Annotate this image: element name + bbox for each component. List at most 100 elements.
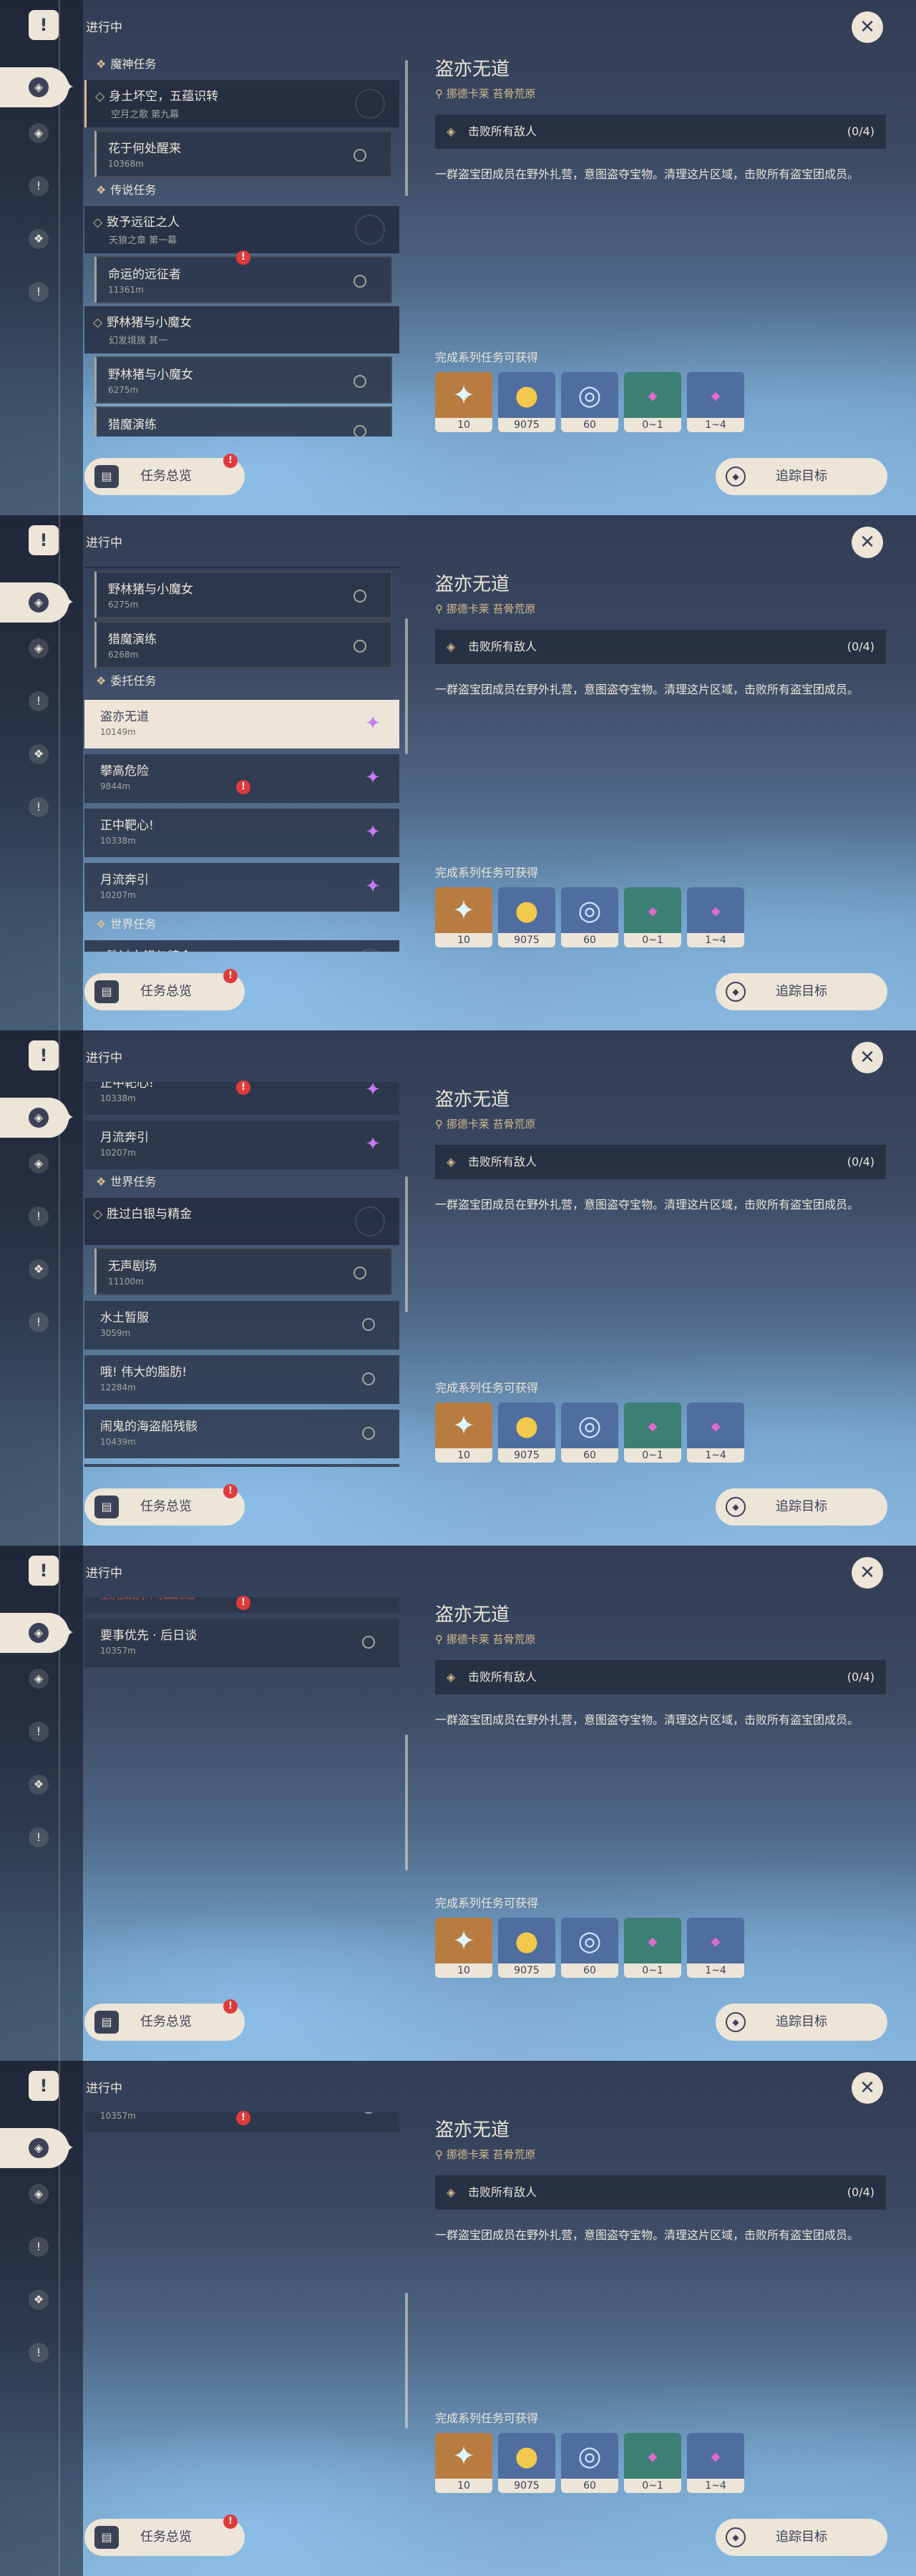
reward-swirl-icon[interactable]: ◎ 60 (561, 1402, 618, 1463)
quest-list[interactable]: ❖魔神任务 ◇身土坏空，五蕴识转 空月之歌 第九幕 花于何处醒来 10368m … (84, 567, 404, 952)
nav-icon-2[interactable]: ❖ (29, 744, 49, 764)
nav-icon-0[interactable]: ◈ (29, 1153, 49, 1174)
reward-mora-icon[interactable]: ● 9075 (498, 887, 555, 947)
subquest-theater[interactable]: 无声剧场 11100m (94, 1248, 392, 1295)
close-button[interactable]: ✕ (852, 1042, 883, 1073)
close-button[interactable]: ✕ (852, 11, 883, 43)
quest-item-fat[interactable]: 哦! 伟大的脂肪! 12284m (84, 1355, 399, 1404)
reward-star-icon[interactable]: ✦ 10 (435, 1918, 492, 1978)
quest-item-bullseye[interactable]: 正中靶心! 10338m ✦ (84, 809, 399, 857)
nav-icon-3[interactable]: ! (29, 2343, 49, 2363)
track-objective-button[interactable]: ◆ 追踪目标 (716, 458, 887, 495)
nav-selected-all-quests[interactable]: ◈ ✦ (0, 67, 74, 107)
nav-icon-1[interactable]: ! (29, 691, 49, 711)
subquest-boar[interactable]: 野林猪与小魔女 6275m (94, 571, 392, 618)
reward-crystal-cluster-icon[interactable]: ⬩ 1~4 (687, 887, 744, 947)
nav-selected-all-quests[interactable]: ◈ ✦ (0, 2128, 74, 2168)
quest-overview-button[interactable]: ▤ 任务总览 ! (84, 2514, 245, 2556)
flag-icon[interactable]: ! (29, 10, 59, 40)
nav-icon-2[interactable]: ❖ (29, 229, 49, 249)
nav-icon-3[interactable]: ! (29, 1312, 49, 1332)
reward-mora-icon[interactable]: ● 9075 (498, 1918, 555, 1978)
nav-icon-3[interactable]: ! (29, 1828, 49, 1848)
scrollbar[interactable] (405, 1735, 408, 1870)
flag-icon[interactable]: ! (29, 525, 59, 555)
reward-crystal-cluster-icon[interactable]: ⬩ 1~4 (687, 1918, 744, 1978)
reward-mora-icon[interactable]: ● 9075 (498, 372, 555, 432)
quest-title-boar_main[interactable]: ◇野林猪与小魔女 幻发境族 其一 (84, 567, 399, 568)
nav-icon-2[interactable]: ❖ (29, 1775, 49, 1795)
scrollbar[interactable] (405, 60, 408, 196)
nav-selected-all-quests[interactable]: ◈ ✦ (0, 582, 74, 623)
reward-star-icon[interactable]: ✦ 10 (435, 2433, 492, 2493)
scrollbar[interactable] (405, 618, 408, 754)
reward-swirl-icon[interactable]: ◎ 60 (561, 372, 618, 432)
reward-mora-icon[interactable]: ● 9075 (498, 1402, 555, 1463)
nav-selected-all-quests[interactable]: ◈ ✦ (0, 1613, 74, 1653)
reward-crystal-cluster-icon[interactable]: ⬩ 1~4 (687, 372, 744, 432)
nav-icon-2[interactable]: ❖ (29, 2290, 49, 2310)
subquest-hunt[interactable]: 猎魔演练 6268m (94, 406, 392, 436)
reward-mora-icon[interactable]: ● 9075 (498, 2433, 555, 2493)
nav-icon-3[interactable]: ! (29, 282, 49, 302)
nav-icon-0[interactable]: ◈ (29, 1669, 49, 1689)
subquest-boar[interactable]: 野林猪与小魔女 6275m (94, 356, 392, 404)
quest-overview-button[interactable]: ▤ 任务总览 ! (84, 969, 245, 1010)
reward-crystal-cluster-icon[interactable]: ⬩ 1~4 (687, 1402, 744, 1463)
scrollbar[interactable] (405, 2293, 408, 2429)
reward-star-icon[interactable]: ✦ 10 (435, 372, 492, 432)
reward-swirl-icon[interactable]: ◎ 60 (561, 887, 618, 947)
quest-title-boar_main[interactable]: ◇野林猪与小魔女 幻发境族 其一 (84, 306, 399, 353)
reward-star-icon[interactable]: ✦ 10 (435, 887, 492, 947)
quest-item-priority[interactable]: 要事优先 · 后日谈 10357m (84, 1619, 399, 1667)
nav-icon-0[interactable]: ◈ (29, 2184, 49, 2204)
close-button[interactable]: ✕ (852, 2072, 883, 2104)
quest-title-silver_main[interactable]: ◇ 胜过白银与精金 (84, 940, 399, 952)
reward-crystal-icon[interactable]: ⬩ 0~1 (624, 372, 681, 432)
quest-overview-button[interactable]: ▤ 任务总览 ! (84, 454, 245, 495)
quest-overview-button[interactable]: ▤ 任务总览 ! (84, 1999, 245, 2041)
close-button[interactable]: ✕ (852, 527, 883, 558)
quest-title-archon_main[interactable]: ◇ 身土坏空，五蕴识转 空月之歌 第九幕 (84, 80, 399, 127)
quest-item-cargo[interactable]: 货物失窃引发的骚乱 任务当前处于不可追踪状态⊘ (84, 1464, 399, 1467)
reward-swirl-icon[interactable]: ◎ 60 (561, 1918, 618, 1978)
nav-icon-1[interactable]: ! (29, 176, 49, 196)
subquest-hunt[interactable]: 猎魔演练 6268m (94, 621, 392, 668)
reward-crystal-icon[interactable]: ⬩ 0~1 (624, 2433, 681, 2493)
nav-icon-3[interactable]: ! (29, 797, 49, 817)
track-objective-button[interactable]: ◆ 追踪目标 (716, 973, 887, 1010)
subquest-flower[interactable]: 花于何处醒来 10368m (94, 130, 392, 177)
nav-icon-1[interactable]: ! (29, 1206, 49, 1226)
quest-item-water[interactable]: 水土暂服 3059m (84, 1301, 399, 1350)
flag-icon[interactable]: ! (29, 1556, 59, 1586)
close-button[interactable]: ✕ (852, 1557, 883, 1589)
nav-icon-1[interactable]: ! (29, 2237, 49, 2257)
track-objective-button[interactable]: ◆ 追踪目标 (716, 2004, 887, 2041)
quest-item-moon[interactable]: 月流奔引 10207m ✦ (84, 863, 399, 912)
reward-crystal-icon[interactable]: ⬩ 0~1 (624, 1402, 681, 1463)
quest-item-climb[interactable]: 攀高危险 9844m ✦ (84, 754, 399, 803)
flag-icon[interactable]: ! (29, 1040, 59, 1070)
reward-star-icon[interactable]: ✦ 10 (435, 1402, 492, 1463)
nav-icon-2[interactable]: ❖ (29, 1259, 49, 1279)
quest-list[interactable]: ❖魔神任务 ◇身土坏空，五蕴识转 空月之歌 第九幕 花于何处醒来 10368m … (84, 1082, 404, 1467)
flag-icon[interactable]: ! (29, 2071, 59, 2101)
nav-icon-0[interactable]: ◈ (29, 638, 49, 658)
track-objective-button[interactable]: ◆ 追踪目标 (716, 1488, 887, 1526)
quest-overview-button[interactable]: ▤ 任务总览 ! (84, 1484, 245, 1526)
nav-icon-0[interactable]: ◈ (29, 123, 49, 143)
quest-item-wreck[interactable]: 闹鬼的海盗船残骸 10439m (84, 1410, 399, 1458)
reward-crystal-icon[interactable]: ⬩ 0~1 (624, 887, 681, 947)
quest-item-moon[interactable]: 月流奔引 10207m ✦ (84, 1121, 399, 1169)
quest-list[interactable]: ❖魔神任务 ◇身土坏空，五蕴识转 空月之歌 第九幕 花于何处醒来 10368m … (84, 52, 404, 436)
quest-item-thief[interactable]: 盗亦无道 10149m ✦ (84, 700, 399, 748)
reward-crystal-cluster-icon[interactable]: ⬩ 1~4 (687, 2433, 744, 2493)
quest-list[interactable]: ❖魔神任务 ◇身土坏空，五蕴识转 空月之歌 第九幕 花于何处醒来 10368m … (84, 1597, 404, 1982)
reward-crystal-icon[interactable]: ⬩ 0~1 (624, 1918, 681, 1978)
track-objective-button[interactable]: ◆ 追踪目标 (716, 2519, 887, 2556)
reward-swirl-icon[interactable]: ◎ 60 (561, 2433, 618, 2493)
quest-list[interactable]: ❖魔神任务 ◇身土坏空，五蕴识转 空月之歌 第九幕 花于何处醒来 10368m … (84, 2112, 404, 2497)
quest-title-story_main[interactable]: ◇ 致予远征之人 天狼之章 第一幕 (84, 206, 399, 253)
nav-selected-all-quests[interactable]: ◈ ✦ (0, 1098, 74, 1138)
scrollbar[interactable] (405, 1176, 408, 1312)
